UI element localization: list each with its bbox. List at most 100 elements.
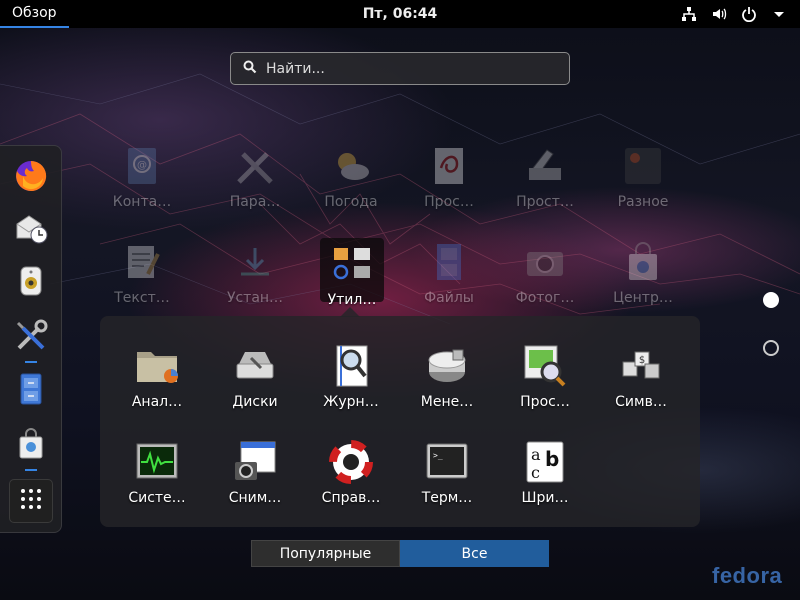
svg-text:@: @ [137,160,147,171]
installer-icon [229,236,281,288]
dash [0,145,62,533]
dropdown-arrow-icon[interactable] [770,5,788,23]
view-switch: Популярные Все [251,540,549,567]
logs-magnifier-icon [325,340,377,392]
scanner-icon [519,140,571,192]
svg-text:>_: >_ [433,451,443,460]
grid-icon [19,487,43,515]
show-applications-button[interactable] [9,479,53,523]
dash-item-software[interactable] [11,426,51,471]
activities-button[interactable]: Обзор [0,0,69,28]
mail-clock-icon [13,210,49,250]
firefox-icon [13,158,49,198]
text-editor-icon [116,236,168,288]
activities-label: Обзор [12,5,57,21]
app-label: Центр… [613,290,673,306]
app-archive-manager[interactable]: Мене… [402,336,492,426]
app-system-viewer[interactable]: Прос… [500,336,590,426]
disk-drive-icon [229,340,281,392]
dash-item-utilities[interactable] [11,318,51,363]
app-label: Прос… [424,194,474,210]
fedora-logo: fedora [712,563,783,588]
font-viewer-icon: abc [519,436,571,488]
page-indicator-1[interactable] [763,292,779,308]
app-label: Систе… [128,490,186,506]
app-viewer[interactable]: Прос… [404,136,494,226]
disk-usage-folder-icon [131,340,183,392]
app-installer[interactable]: Устан… [210,232,300,322]
app-system-monitor[interactable]: Систе… [112,432,202,522]
app-label: Утил… [327,292,377,308]
speaker-icon [13,263,49,303]
folder-icon [326,238,378,290]
search-icon [243,59,257,78]
power-icon[interactable] [740,5,758,23]
app-label: Сним… [228,490,282,506]
running-indicator [25,361,37,363]
terminal-icon: >_ [421,436,473,488]
contacts-icon: @ [116,140,168,192]
image-viewer-icon [519,340,571,392]
character-map-icon: $ [615,340,667,392]
dash-item-rhythmbox[interactable] [11,263,51,303]
app-label: Текст… [114,290,170,306]
app-files[interactable]: Файлы [404,232,494,322]
app-label: Пара… [229,194,281,210]
app-settings[interactable]: Пара… [210,136,300,226]
app-label: Фотог… [515,290,575,306]
app-label: Прост… [516,194,574,210]
file-cabinet-icon [423,236,475,288]
app-help[interactable]: Справ… [306,432,396,522]
document-viewer-icon [423,140,475,192]
svg-text:a: a [531,445,541,464]
app-label: Мене… [420,394,474,410]
svg-text:$: $ [639,355,645,366]
app-disks[interactable]: Диски [210,336,300,426]
app-contacts[interactable]: @ Конта… [97,136,187,226]
frequent-apps-button[interactable]: Популярные [251,540,400,567]
app-label: Диски [232,394,278,410]
all-apps-button[interactable]: Все [400,540,549,567]
dash-item-evolution[interactable] [11,210,51,250]
app-label: Разное [617,194,669,210]
app-text-editor[interactable]: Текст… [97,232,187,322]
network-wired-icon[interactable] [680,5,698,23]
page-indicator-2[interactable] [763,340,779,356]
shopping-bag-icon [617,236,669,288]
app-terminal[interactable]: >_ Терм… [402,432,492,522]
app-scanner[interactable]: Прост… [500,136,590,226]
lifebuoy-icon [325,436,377,488]
app-label: Журн… [323,394,379,410]
search-input[interactable] [266,60,546,77]
svg-text:b: b [545,447,559,471]
dash-item-files[interactable] [11,371,51,411]
app-characters[interactable]: $ Симв… [596,336,686,426]
system-tray[interactable] [680,0,788,28]
app-label: Устан… [226,290,284,306]
app-screenshot[interactable]: Сним… [210,432,300,522]
app-software-center[interactable]: Центр… [598,232,688,322]
screenshot-icon [229,436,281,488]
dash-item-firefox[interactable] [11,158,51,198]
app-label: Терм… [421,490,473,506]
app-label: Справ… [321,490,381,506]
volume-icon[interactable] [710,5,728,23]
clock-label[interactable]: Пт, 06:44 [363,6,438,22]
top-bar: Обзор Пт, 06:44 [0,0,800,28]
app-label: Шри… [521,490,569,506]
file-cabinet-icon [13,371,49,411]
app-label: Анал… [131,394,183,410]
app-label: Симв… [615,394,667,410]
search-box[interactable] [230,52,570,85]
app-disk-usage[interactable]: Анал… [112,336,202,426]
app-weather[interactable]: Погода [306,136,396,226]
app-misc[interactable]: Разное [598,136,688,226]
shopping-bag-icon [13,426,49,466]
app-label: Конта… [112,194,172,210]
app-fonts[interactable]: abc Шри… [500,432,590,522]
app-label: Прос… [520,394,570,410]
archive-icon [421,340,473,392]
app-photos[interactable]: Фотог… [500,232,590,322]
camera-icon [519,236,571,288]
app-logs[interactable]: Журн… [306,336,396,426]
